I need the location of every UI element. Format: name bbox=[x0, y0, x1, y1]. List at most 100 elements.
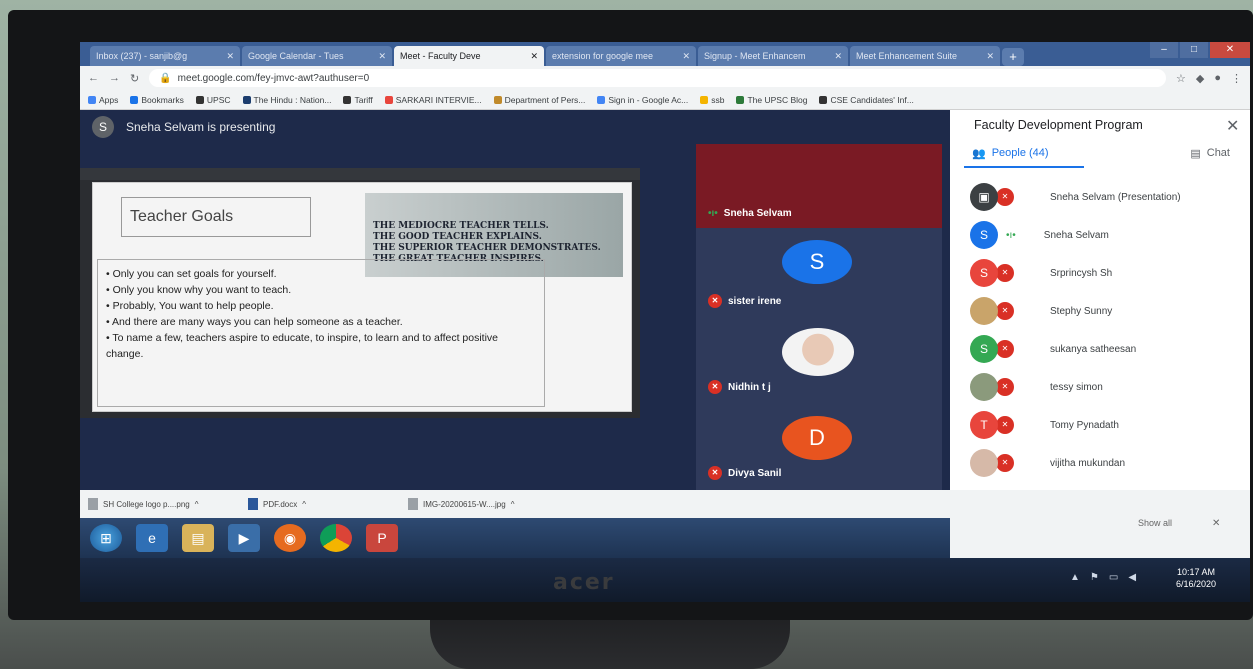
bookmark-google-signin[interactable]: Sign in - Google Ac... bbox=[597, 95, 688, 105]
list-item[interactable]: ✕ vijitha mukundan bbox=[950, 444, 1250, 482]
extension-icon[interactable]: ◆ bbox=[1196, 72, 1204, 85]
tab-calendar[interactable]: Google Calendar - Tues ✕ bbox=[242, 46, 392, 66]
tab-chat[interactable]: ▤ Chat bbox=[1168, 147, 1250, 160]
participant-tile[interactable]: D ✕ Divya Sanil bbox=[696, 402, 942, 490]
maximize-button[interactable]: □ bbox=[1180, 42, 1208, 58]
download-item[interactable]: SH College logo p....png ^ bbox=[88, 498, 238, 510]
address-bar-row: ← → ↻ 🔒 meet.google.com/fey-jmvc-awt?aut… bbox=[80, 66, 1250, 90]
show-all-button[interactable]: Show all bbox=[1138, 518, 1172, 528]
clock-time: 10:17 AM bbox=[1177, 567, 1216, 577]
tile-name-label: Sneha Selvam bbox=[723, 208, 792, 219]
bookmark-department[interactable]: Department of Pers... bbox=[493, 94, 586, 105]
bookmark-upsc-blog[interactable]: The UPSC Blog bbox=[736, 95, 807, 105]
flag-icon[interactable]: ⚑ bbox=[1090, 572, 1099, 583]
avatar: S bbox=[970, 335, 998, 363]
bookmark-sarkari[interactable]: SARKARI INTERVIE... bbox=[384, 94, 482, 105]
bookmarks-bar: Apps Bookmarks UPSC The Hindu : Nation..… bbox=[80, 90, 1250, 110]
chevron-up-icon[interactable]: ▲ bbox=[1070, 572, 1080, 583]
list-item[interactable]: S ✕ Srprincysh Sh bbox=[950, 254, 1250, 292]
bookmark-apps[interactable]: Apps bbox=[88, 95, 118, 105]
clock[interactable]: 10:17 AM 6/16/2020 bbox=[1176, 566, 1216, 590]
mic-off-icon: ✕ bbox=[708, 466, 722, 480]
tab-enhancement[interactable]: Meet Enhancement Suite ✕ bbox=[850, 46, 1000, 66]
tab-signup[interactable]: Signup - Meet Enhancem ✕ bbox=[698, 46, 848, 66]
tab-meet[interactable]: Meet - Faculty Deve ✕ bbox=[394, 46, 544, 66]
reload-icon[interactable]: ↻ bbox=[130, 72, 139, 85]
list-item[interactable]: T ✕ Tomy Pynadath bbox=[950, 406, 1250, 444]
list-item[interactable]: ✕ Stephy Sunny bbox=[950, 292, 1250, 330]
bookmark-label: Tariff bbox=[354, 94, 373, 105]
close-window-button[interactable]: ✕ bbox=[1210, 42, 1250, 58]
bookmark-tariff[interactable]: Tariff bbox=[343, 94, 373, 105]
monitor-brand-logo: acer bbox=[553, 570, 615, 595]
tile-name: ✕ Nidhin t j bbox=[708, 380, 771, 394]
chevron-up-icon[interactable]: ^ bbox=[511, 500, 515, 509]
chrome-icon[interactable] bbox=[320, 524, 352, 552]
download-item[interactable]: IMG-20200615-W....jpg ^ bbox=[408, 498, 558, 510]
tab-inbox[interactable]: Inbox (237) - sanjib@g ✕ bbox=[90, 46, 240, 66]
start-icon[interactable]: ⊞ bbox=[90, 524, 122, 552]
back-icon[interactable]: ← bbox=[88, 72, 99, 84]
media-icon[interactable]: ▶ bbox=[228, 524, 260, 552]
network-icon[interactable]: ▭ bbox=[1109, 572, 1118, 583]
tab-people[interactable]: 👥 People (44) bbox=[950, 147, 1049, 160]
powerpoint-icon[interactable]: P bbox=[366, 524, 398, 552]
profile-icon[interactable]: ● bbox=[1214, 72, 1221, 84]
forward-icon[interactable]: → bbox=[109, 72, 120, 84]
download-item[interactable]: PDF.docx ^ bbox=[248, 498, 398, 510]
bookmark-label: The UPSC Blog bbox=[747, 94, 808, 105]
folder-icon[interactable]: ▤ bbox=[182, 524, 214, 552]
tab-label: Meet Enhancement Suite bbox=[856, 51, 958, 61]
close-icon[interactable]: ✕ bbox=[682, 51, 690, 62]
omnibox[interactable]: 🔒 meet.google.com/fey-jmvc-awt?authuser=… bbox=[149, 69, 1166, 87]
tab-strip: Inbox (237) - sanjib@g ✕ Google Calendar … bbox=[80, 42, 1250, 66]
slide-bullets: • Only you can set goals for yourself. •… bbox=[97, 259, 545, 407]
close-icon[interactable]: ✕ bbox=[834, 51, 842, 62]
site-icon bbox=[493, 95, 502, 104]
tray-icons: ▲ ⚑ ▭ ◀ bbox=[1070, 572, 1136, 583]
tab-extension[interactable]: extension for google mee ✕ bbox=[546, 46, 696, 66]
downloads-bar: SH College logo p....png ^ PDF.docx ^ IMG-… bbox=[80, 490, 950, 518]
participant-tile[interactable]: •ı• Sneha Selvam bbox=[696, 144, 942, 228]
menu-icon[interactable]: ⋮ bbox=[1231, 72, 1242, 85]
firefox-icon[interactable]: ◉ bbox=[274, 524, 306, 552]
site-icon bbox=[736, 95, 745, 104]
close-icon[interactable]: ✕ bbox=[378, 51, 386, 62]
download-name: IMG-20200615-W....jpg bbox=[423, 499, 506, 509]
list-item[interactable]: ✕ tessy simon bbox=[950, 368, 1250, 406]
shared-screen-toolbar bbox=[80, 168, 640, 180]
chevron-up-icon[interactable]: ^ bbox=[195, 500, 199, 509]
star-icon[interactable]: ☆ bbox=[1176, 72, 1186, 85]
participant-tile[interactable]: ✕ Nidhin t j bbox=[696, 316, 942, 402]
close-icon[interactable]: ✕ bbox=[1226, 116, 1239, 136]
volume-icon[interactable]: ◀ bbox=[1128, 572, 1136, 583]
ie-icon[interactable]: e bbox=[136, 524, 168, 552]
site-icon bbox=[384, 95, 393, 104]
avatar: S bbox=[970, 259, 998, 287]
file-icon bbox=[248, 498, 258, 510]
minimize-button[interactable]: – bbox=[1150, 42, 1178, 58]
globe-icon bbox=[819, 95, 828, 104]
bookmark-upsc[interactable]: UPSC bbox=[195, 95, 231, 105]
close-icon[interactable]: ✕ bbox=[986, 51, 994, 62]
chevron-up-icon[interactable]: ^ bbox=[302, 500, 306, 509]
bookmark-ssb[interactable]: ssb bbox=[700, 95, 724, 105]
list-item[interactable]: ▣ ✕ Sneha Selvam (Presentation) bbox=[950, 178, 1250, 216]
tab-label: Signup - Meet Enhancem bbox=[704, 51, 806, 61]
bookmark-label: Department of Pers... bbox=[504, 94, 586, 105]
bookmark-cse[interactable]: CSE Candidates' Inf... bbox=[819, 95, 914, 105]
close-icon[interactable]: ✕ bbox=[226, 51, 234, 62]
bookmark-bookmarks[interactable]: Bookmarks bbox=[130, 95, 184, 105]
google-icon bbox=[597, 95, 606, 104]
close-icon[interactable]: ✕ bbox=[1212, 518, 1220, 529]
new-tab-button[interactable]: + bbox=[1002, 48, 1024, 66]
list-item[interactable]: S ✕ sukanya satheesan bbox=[950, 330, 1250, 368]
bookmark-hindu[interactable]: The Hindu : Nation... bbox=[242, 95, 331, 105]
bullet-item: • Only you can set goals for yourself. bbox=[106, 268, 277, 280]
avatar: S bbox=[92, 116, 114, 138]
bookmark-label: SARKARI INTERVIE... bbox=[395, 94, 482, 105]
close-icon[interactable]: ✕ bbox=[530, 51, 538, 62]
speaking-icon: •ı• bbox=[1006, 229, 1016, 241]
list-item[interactable]: S •ı• Sneha Selvam bbox=[950, 216, 1250, 254]
participant-tile[interactable]: S ✕ sister irene bbox=[696, 228, 942, 316]
